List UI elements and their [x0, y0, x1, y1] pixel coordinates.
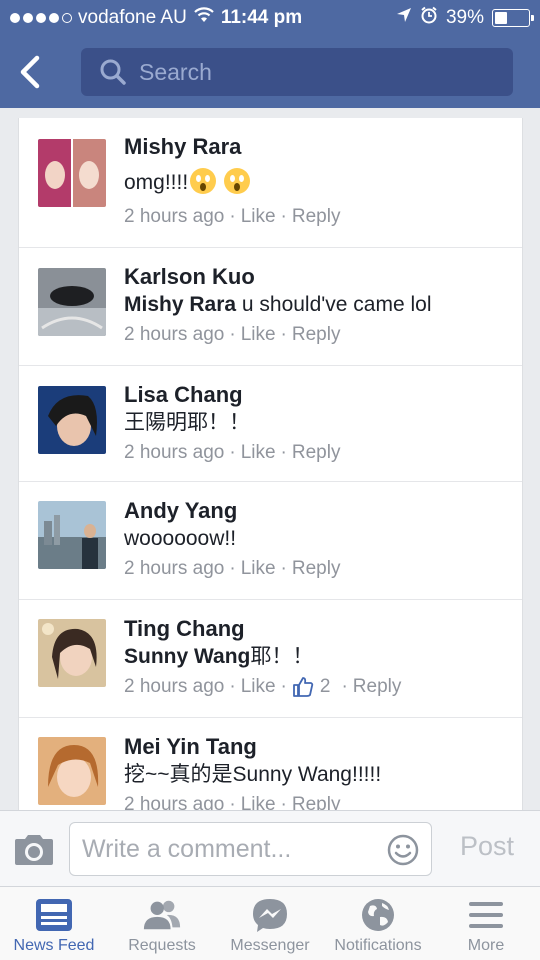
reply-button[interactable]: Reply	[292, 320, 341, 350]
search-bar[interactable]	[81, 48, 513, 96]
battery-level-fill	[495, 12, 508, 24]
reply-button[interactable]: Reply	[292, 202, 341, 232]
comment-meta: 2 hours ago · Like · Reply	[124, 790, 514, 810]
comment-text-content: u should've came lol	[236, 293, 432, 316]
comment-timestamp: 2 hours ago	[124, 794, 225, 810]
avatar[interactable]	[38, 386, 106, 454]
signal-strength-icon	[10, 13, 72, 23]
comment-meta: 2 hours ago · Like · Reply	[124, 438, 514, 468]
avatar[interactable]	[38, 501, 106, 569]
back-button[interactable]	[0, 36, 60, 108]
comment-input[interactable]	[82, 833, 372, 865]
comment-timestamp: 2 hours ago	[124, 324, 225, 345]
comment-composer: Post	[0, 810, 540, 886]
like-button[interactable]: Like	[241, 790, 276, 810]
comment-timestamp: 2 hours ago	[124, 206, 225, 227]
like-button[interactable]: Like	[241, 672, 276, 702]
comment-text-content: omg!!!!	[124, 171, 189, 194]
menu-icon	[466, 897, 506, 933]
avatar[interactable]	[38, 139, 106, 207]
comment-author[interactable]: Mishy Rara	[124, 134, 514, 160]
comment-meta: 2 hours ago · Like · Reply	[124, 320, 514, 350]
reply-button[interactable]: Reply	[292, 554, 341, 584]
reply-button[interactable]: Reply	[292, 790, 341, 810]
tab-label: More	[467, 937, 505, 954]
comment-item: Mishy Rara omg!!!! 2 hours ago · Like · Re…	[19, 118, 522, 248]
comment-text: woooooow!!	[124, 527, 237, 550]
avatar[interactable]	[38, 737, 106, 805]
like-count-value: 2	[319, 676, 331, 697]
tab-label: Requests	[128, 937, 196, 954]
thumbs-up-icon	[292, 677, 314, 697]
comment-box[interactable]	[69, 822, 432, 876]
comment-text: Sunny Wang耶！！	[124, 642, 514, 672]
comment-item: Karlson Kuo Mishy Rara u should've came …	[19, 248, 522, 366]
clock: 11:44 pm	[220, 7, 303, 28]
tab-bar: News Feed Requests Messenger Notificatio…	[0, 886, 540, 960]
search-input[interactable]	[139, 58, 459, 86]
comment-text-content: 耶！！	[250, 645, 314, 668]
like-button[interactable]: Like	[241, 202, 276, 232]
comment-author[interactable]: Andy Yang	[124, 498, 514, 524]
avatar[interactable]	[38, 268, 106, 336]
tab-more[interactable]: More	[432, 887, 540, 960]
comment-author[interactable]: Mei Yin Tang	[124, 734, 514, 760]
post-button[interactable]: Post	[447, 831, 527, 862]
comment-item: Lisa Chang 王陽明耶！！ 2 hours ago · Like · Rep…	[19, 366, 522, 482]
comment-meta: 2 hours ago · Like · Reply	[124, 554, 514, 584]
messenger-icon	[250, 897, 290, 933]
scream-emoji-icon	[224, 168, 251, 194]
mentioned-user[interactable]: Sunny Wang	[124, 645, 250, 668]
like-button[interactable]: Like	[241, 554, 276, 584]
comment-item: Ting Chang Sunny Wang耶！！ 2 hours ago · Li…	[19, 600, 522, 718]
comment-author[interactable]: Ting Chang	[124, 616, 514, 642]
comment-timestamp: 2 hours ago	[124, 676, 225, 697]
navigation-bar	[0, 36, 540, 108]
alarm-clock-icon	[420, 6, 438, 30]
comment-meta: 2 hours ago · Like · 2 · Reply	[124, 672, 514, 702]
tab-notifications[interactable]: Notifications	[324, 887, 432, 960]
reply-button[interactable]: Reply	[353, 672, 402, 702]
reply-button[interactable]: Reply	[292, 438, 341, 468]
comment-timestamp: 2 hours ago	[124, 558, 225, 579]
like-count[interactable]: 2	[292, 672, 331, 702]
comment-timestamp: 2 hours ago	[124, 442, 225, 463]
tab-label: Notifications	[334, 937, 422, 954]
comment-item: Mei Yin Tang 挖~~真的是Sunny Wang!!!!! 2 hou…	[19, 718, 522, 810]
globe-icon	[358, 897, 398, 933]
comments-list: Mishy Rara omg!!!! 2 hours ago · Like · Re…	[18, 118, 523, 810]
tab-requests[interactable]: Requests	[108, 887, 216, 960]
friends-icon	[142, 897, 182, 933]
search-icon	[100, 59, 126, 85]
carrier-name: vodafone AU	[78, 7, 187, 28]
status-bar: vodafone AU 11:44 pm 39%	[0, 0, 540, 36]
tab-label: Messenger	[230, 937, 310, 954]
comment-item: Andy Yang woooooow!! 2 hours ago · Like · …	[19, 482, 522, 600]
comment-text: omg!!!!	[124, 168, 514, 198]
like-button[interactable]: Like	[241, 320, 276, 350]
news-feed-icon	[34, 897, 74, 933]
battery-icon	[492, 9, 534, 27]
comment-meta: 2 hours ago · Like · Reply	[124, 202, 514, 232]
location-arrow-icon	[396, 7, 412, 29]
comment-text: 挖~~真的是Sunny Wang!!!!!	[124, 763, 382, 786]
avatar[interactable]	[38, 619, 106, 687]
scream-emoji-icon	[190, 168, 217, 194]
smiley-icon[interactable]	[387, 834, 419, 866]
battery-percent: 39%	[445, 7, 484, 28]
tab-label: News Feed	[13, 937, 95, 954]
tab-news-feed[interactable]: News Feed	[0, 887, 108, 960]
like-button[interactable]: Like	[241, 438, 276, 468]
comment-author[interactable]: Lisa Chang	[124, 382, 514, 408]
camera-icon[interactable]	[13, 833, 55, 867]
comment-author[interactable]: Karlson Kuo	[124, 264, 514, 290]
tab-messenger[interactable]: Messenger	[216, 887, 324, 960]
wifi-icon	[193, 7, 215, 29]
comment-text: Mishy Rara u should've came lol	[124, 290, 514, 320]
mentioned-user[interactable]: Mishy Rara	[124, 293, 236, 316]
chevron-left-icon	[20, 55, 40, 89]
comment-text: 王陽明耶！！	[124, 411, 250, 434]
